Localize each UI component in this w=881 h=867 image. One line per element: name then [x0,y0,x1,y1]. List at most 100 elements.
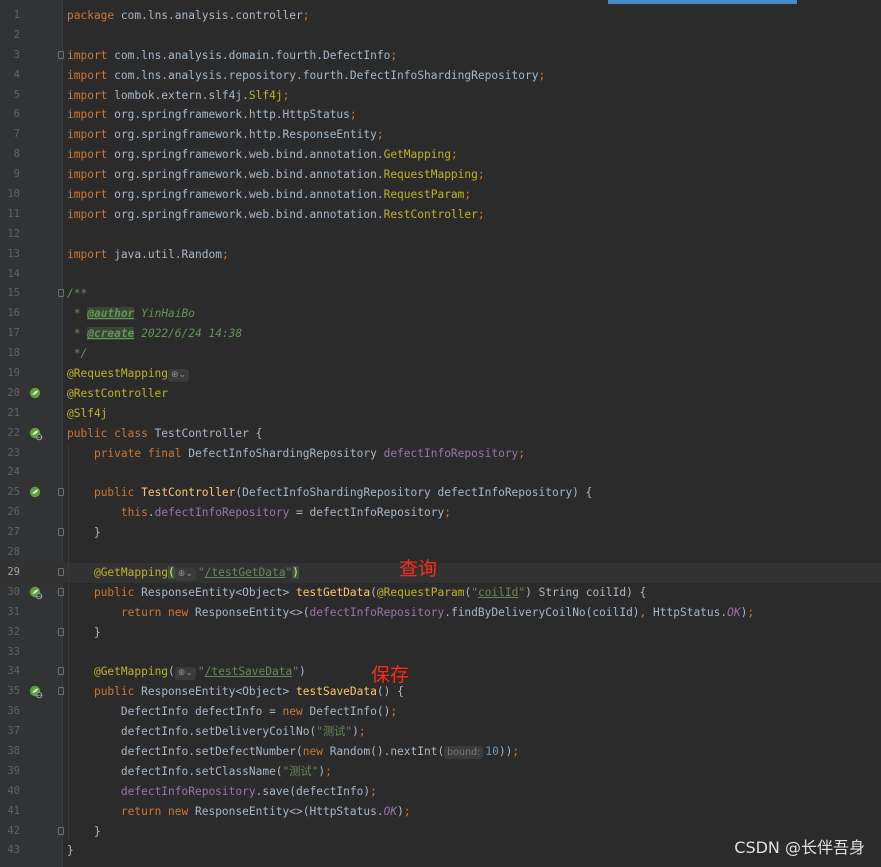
code-text[interactable]: @RequestMapping ⊕⌄ [67,364,191,384]
code-text[interactable]: @GetMapping(⊕⌄ "/testGetData") [67,563,299,583]
code-line[interactable]: 17 * @create 2022/6/24 14:38 [0,324,881,344]
code-text[interactable]: import org.springframework.web.bind.anno… [67,205,485,225]
line-number[interactable]: 2 [0,26,20,46]
line-number[interactable]: 16 [0,304,20,324]
code-text[interactable]: import org.springframework.web.bind.anno… [67,145,458,165]
line-number[interactable]: 28 [0,543,20,563]
code-text[interactable]: import com.lns.analysis.repository.fourt… [67,66,545,86]
code-line[interactable]: 21 @Slf4j [0,404,881,424]
code-line[interactable]: 5 import lombok.extern.slf4j.Slf4j; [0,86,881,106]
line-number[interactable]: 37 [0,722,20,742]
fold-marker-icon[interactable] [58,528,64,537]
url-link[interactable]: coilId [478,586,518,599]
code-line[interactable]: 32 } [0,622,881,643]
fold-marker-icon[interactable] [58,50,64,59]
line-number[interactable]: 8 [0,145,20,165]
line-number[interactable]: 40 [0,782,20,802]
code-text[interactable]: this.defectInfoRepository = defectInfoRe… [67,503,451,523]
code-line[interactable]: 26 this.defectInfoRepository = defectInf… [0,503,881,524]
spring-bean-icon[interactable] [29,387,43,401]
code-text[interactable]: private final DefectInfoShardingReposito… [67,444,525,464]
fold-marker-icon[interactable] [58,687,64,696]
line-number[interactable]: 42 [0,822,20,842]
line-number[interactable]: 7 [0,125,20,145]
url-link[interactable]: /testGetData [205,566,286,579]
url-link[interactable]: /testSaveData [205,665,293,678]
code-line[interactable]: 25 public TestController(DefectInfoShard… [0,483,881,504]
line-number[interactable]: 13 [0,245,20,265]
code-text[interactable]: public ResponseEntity<Object> testGetDat… [67,583,646,603]
line-number[interactable]: 5 [0,86,20,106]
line-number[interactable]: 29 [0,563,20,583]
spring-bean-icon[interactable] [29,486,43,500]
code-line[interactable]: 8 import org.springframework.web.bind.ann… [0,145,881,165]
line-number[interactable]: 34 [0,662,20,682]
line-number[interactable]: 31 [0,603,20,623]
line-number[interactable]: 12 [0,225,20,245]
code-line[interactable]: 15 /** [0,284,881,304]
code-line[interactable]: 4 import com.lns.analysis.repository.four… [0,66,881,86]
line-number[interactable]: 1 [0,6,20,26]
code-line[interactable]: 22 public class TestController { [0,424,881,444]
code-text[interactable]: * @create 2022/6/24 14:38 [67,324,242,344]
spring-bean-web-icon[interactable] [29,427,43,441]
code-editor[interactable]: 1 package com.lns.analysis.controller; 2 3 i… [0,0,881,867]
code-line[interactable]: 30 public ResponseEntity<Object> testGet… [0,582,881,603]
line-number[interactable]: 14 [0,265,20,285]
line-number[interactable]: 3 [0,46,20,66]
code-text[interactable]: defectInfo.setDefectNumber(new Random().… [67,742,519,762]
code-line[interactable]: 12 [0,225,881,245]
code-line[interactable]: 33 [0,642,881,663]
code-line[interactable]: 27 } [0,523,881,544]
code-line[interactable]: 7 import org.springframework.http.Respons… [0,125,881,145]
line-number[interactable]: 9 [0,165,20,185]
code-line[interactable]: 39 defectInfo.setClassName("测试"); [0,761,881,782]
spring-web-endpoint-icon[interactable] [29,586,43,600]
code-line[interactable]: 24 [0,463,881,484]
fold-marker-icon[interactable] [58,289,64,298]
code-line[interactable]: 18 */ [0,344,881,364]
code-line[interactable]: 11 import org.springframework.web.bind.an… [0,205,881,225]
line-number[interactable]: 22 [0,424,20,444]
line-number[interactable]: 30 [0,583,20,603]
code-line[interactable]: 19 @RequestMapping ⊕⌄ [0,364,881,384]
spring-web-endpoint-icon[interactable] [29,685,43,699]
line-number[interactable]: 11 [0,205,20,225]
fold-marker-icon[interactable] [58,826,64,835]
line-number[interactable]: 17 [0,324,20,344]
code-text[interactable]: import com.lns.analysis.domain.fourth.De… [67,46,397,66]
code-text[interactable]: DefectInfo defectInfo = new DefectInfo()… [67,702,397,722]
endpoint-inlay-icon[interactable]: ⊕⌄ [174,667,196,681]
code-text[interactable]: */ [67,344,87,364]
line-number[interactable]: 39 [0,762,20,782]
line-number[interactable]: 35 [0,682,20,702]
line-number[interactable]: 27 [0,523,20,543]
code-line[interactable]: 23 private final DefectInfoShardingRepos… [0,443,881,464]
code-text[interactable]: public ResponseEntity<Object> testSaveDa… [67,682,404,702]
code-line[interactable]: 14 [0,265,881,285]
code-text[interactable]: } [67,841,74,861]
line-number[interactable]: 32 [0,623,20,643]
fold-marker-icon[interactable] [58,567,64,576]
code-line[interactable]: 35 public ResponseEntity<Object> testSav… [0,682,881,703]
fold-marker-icon[interactable] [58,488,64,497]
line-number[interactable]: 20 [0,384,20,404]
code-text[interactable]: import java.util.Random; [67,245,229,265]
code-line[interactable]: 10 import org.springframework.web.bind.an… [0,185,881,205]
code-line[interactable]: 41 return new ResponseEntity<>(HttpStatu… [0,801,881,822]
code-text[interactable]: @Slf4j [67,404,107,424]
line-number[interactable]: 15 [0,284,20,304]
code-text[interactable]: defectInfo.setDeliveryCoilNo("测试"); [67,722,366,742]
code-text[interactable]: public class TestController { [67,424,262,444]
code-text[interactable]: import org.springframework.http.HttpStat… [67,105,357,125]
line-number[interactable]: 26 [0,503,20,523]
code-line[interactable]: 28 [0,543,881,563]
code-text[interactable]: @GetMapping(⊕⌄ "/testSaveData") [67,662,306,682]
code-text[interactable]: import org.springframework.web.bind.anno… [67,185,471,205]
code-text[interactable]: public TestController(DefectInfoSharding… [67,483,592,503]
code-line[interactable]: 9 import org.springframework.web.bind.ann… [0,165,881,185]
line-number[interactable]: 21 [0,404,20,424]
code-line[interactable]: 1 package com.lns.analysis.controller; [0,6,881,26]
code-line[interactable]: 2 [0,26,881,46]
code-lines[interactable]: 1 package com.lns.analysis.controller; 2 3 i… [0,6,881,861]
